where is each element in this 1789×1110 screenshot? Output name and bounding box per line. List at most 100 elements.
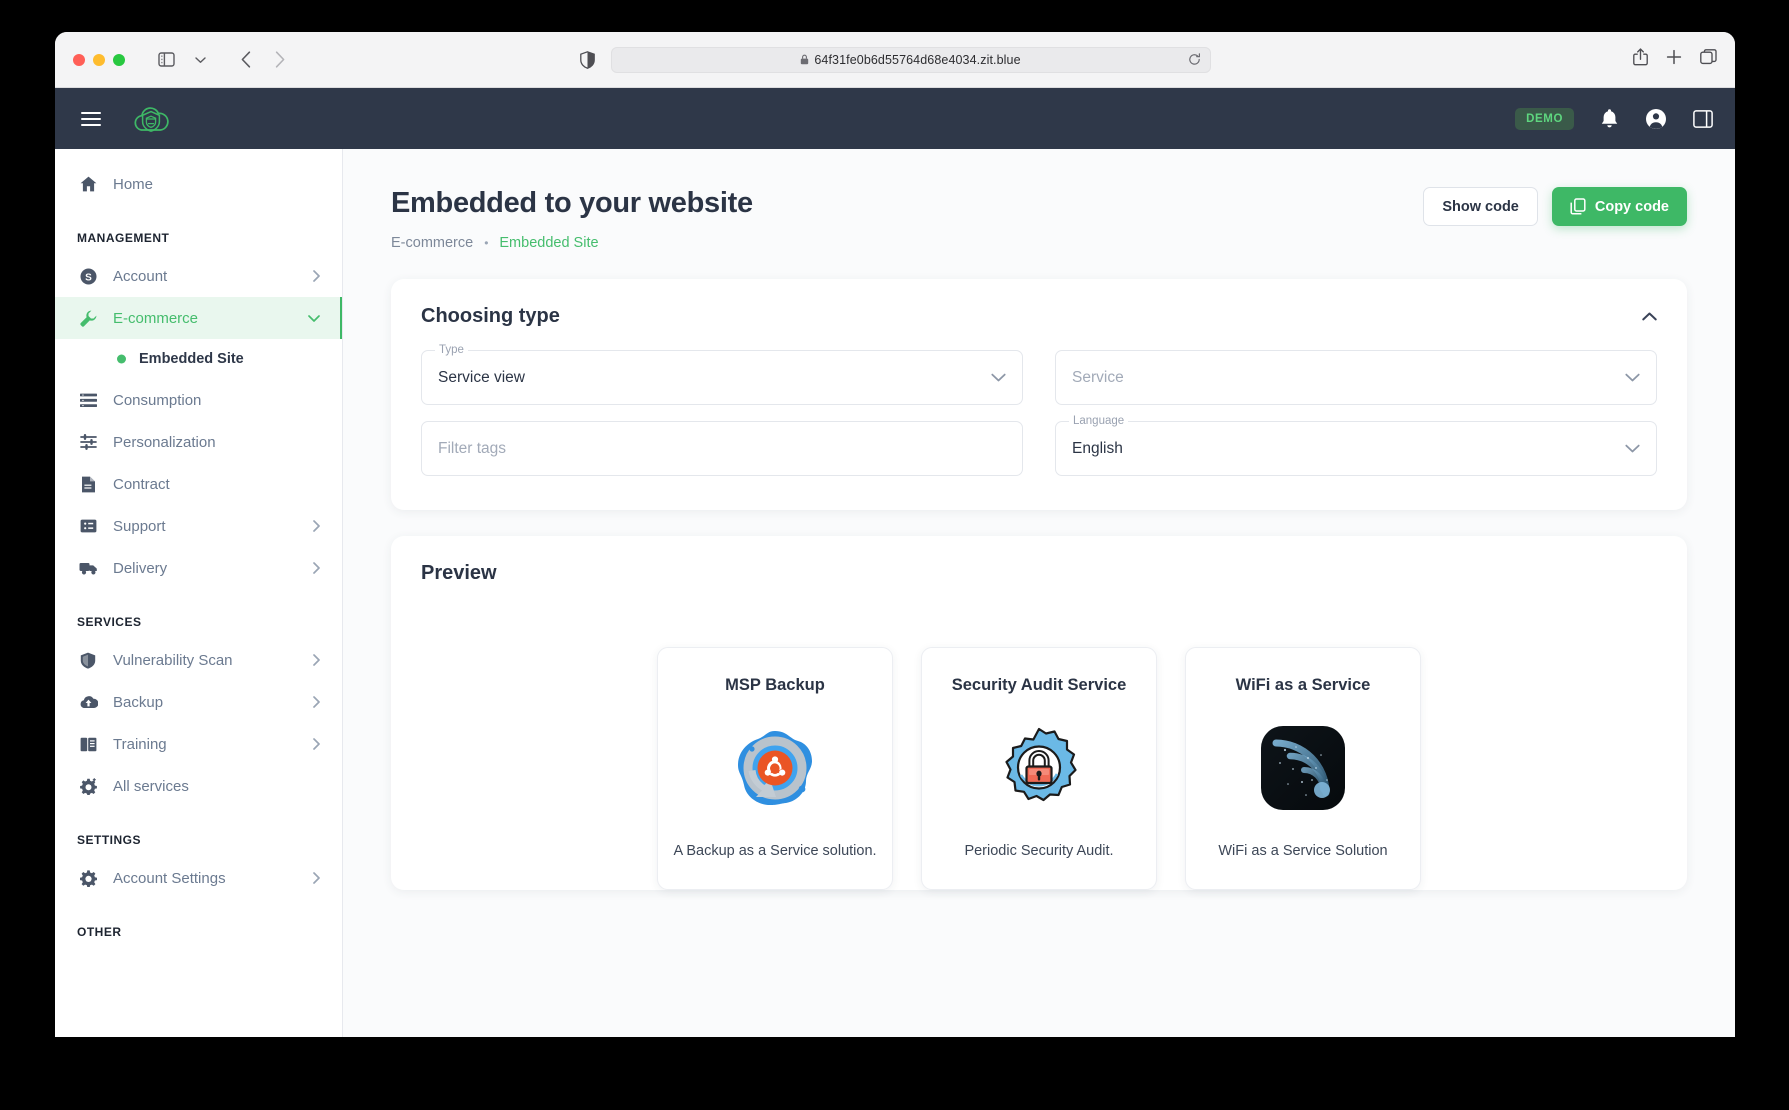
chevron-right-icon — [313, 520, 320, 532]
ticket-icon — [77, 519, 99, 533]
cloud-shield-logo[interactable] — [131, 102, 171, 136]
preview-title: Preview — [421, 562, 497, 584]
chevron-right-icon — [313, 562, 320, 574]
active-dot-icon — [117, 354, 126, 364]
sidebar-item-delivery[interactable]: Delivery — [55, 547, 342, 589]
sidebar-section-management: MANAGEMENT — [77, 231, 170, 245]
service-placeholder: Service — [1072, 368, 1124, 386]
app-header: DEMO — [55, 88, 1735, 149]
tile-description: A Backup as a Service solution. — [673, 843, 877, 859]
tab-overview-icon[interactable] — [1700, 49, 1717, 70]
sidebar-item-label: Account — [113, 267, 168, 285]
sidebar-item-all-services[interactable]: All services — [55, 765, 342, 807]
bell-icon[interactable] — [1600, 108, 1619, 129]
sidebar-item-label: E-commerce — [113, 309, 199, 327]
sidebar-item-vulnerability-scan[interactable]: Vulnerability Scan — [55, 639, 342, 681]
address-bar[interactable]: 64f31fe0b6d55764d68e4034.zit.blue — [610, 46, 1211, 73]
sidebar-item-label: Training — [113, 735, 167, 753]
preview-card: Preview MSP Backup A Backup as a Service… — [391, 536, 1687, 890]
demo-badge: DEMO — [1515, 107, 1574, 130]
type-select[interactable]: Type Service view — [421, 344, 1023, 405]
back-arrow-icon[interactable] — [231, 46, 261, 74]
breadcrumb-parent[interactable]: E-commerce — [391, 235, 473, 251]
tile-title: MSP Backup — [725, 676, 825, 694]
breadcrumb: E-commerce • Embedded Site — [391, 235, 753, 251]
sidebar-subitem-label: Embedded Site — [139, 351, 244, 367]
copy-code-label: Copy code — [1594, 198, 1669, 215]
account-circle-icon[interactable] — [1645, 108, 1667, 130]
copy-code-button[interactable]: Copy code — [1551, 187, 1687, 226]
chevron-down-icon[interactable] — [1625, 373, 1640, 382]
chevron-up-icon[interactable] — [1642, 312, 1657, 321]
sidebar-item-support[interactable]: Support — [55, 505, 342, 547]
sidebar: Home MANAGEMENT S Account E-commerce Emb… — [55, 149, 343, 1037]
share-icon[interactable] — [1633, 48, 1648, 71]
lock-icon — [801, 54, 809, 65]
service-select[interactable]: Service — [1055, 350, 1657, 405]
chevron-right-icon — [313, 696, 320, 708]
type-label: Type — [435, 344, 468, 356]
sidebar-dropdown-icon[interactable] — [185, 46, 215, 74]
choosing-type-title: Choosing type — [421, 305, 560, 327]
svg-text:S: S — [85, 272, 92, 283]
sidebar-item-training[interactable]: Training — [55, 723, 342, 765]
sidebar-item-label: Delivery — [113, 559, 168, 577]
sidebar-item-contract[interactable]: Contract — [55, 463, 342, 505]
tile-description: WiFi as a Service Solution — [1218, 843, 1388, 859]
chevron-down-icon[interactable] — [991, 373, 1006, 382]
hamburger-menu-icon[interactable] — [81, 111, 101, 126]
right-panel-icon[interactable] — [1693, 109, 1713, 128]
language-select[interactable]: Language English — [1055, 415, 1657, 476]
copy-icon — [1570, 198, 1586, 215]
sidebar-item-backup[interactable]: Backup — [55, 681, 342, 723]
show-code-button[interactable]: Show code — [1423, 187, 1538, 226]
sidebar-item-account[interactable]: S Account — [55, 255, 342, 297]
sidebar-item-label: Home — [113, 175, 154, 193]
chevron-right-icon — [313, 872, 320, 884]
chevron-down-icon — [308, 314, 320, 322]
sidebar-item-label: All services — [113, 777, 189, 795]
breadcrumb-current[interactable]: Embedded Site — [499, 235, 598, 251]
plus-icon[interactable] — [1666, 49, 1682, 70]
close-window-button[interactable] — [73, 53, 85, 66]
tile-description: Periodic Security Audit. — [964, 843, 1114, 859]
gear-icon — [77, 869, 99, 887]
service-tile[interactable]: WiFi as a Service WiFi as a Service Solu… — [1185, 647, 1421, 890]
breadcrumb-separator: • — [484, 236, 489, 250]
window-traffic-lights[interactable] — [73, 53, 125, 66]
maximize-window-button[interactable] — [113, 53, 125, 66]
sidebar-item-personalization[interactable]: Personalization — [55, 421, 342, 463]
shield-icon — [77, 652, 99, 669]
backup-circular-arrows-icon — [672, 725, 878, 811]
filter-tags-input[interactable]: Filter tags — [421, 421, 1023, 476]
reload-icon[interactable] — [1188, 53, 1201, 66]
sidebar-section-other: OTHER — [77, 925, 122, 939]
url-value: 64f31fe0b6d55764d68e4034.zit.blue — [814, 52, 1021, 67]
page-title: Embedded to your website — [391, 187, 753, 219]
filter-tags-placeholder: Filter tags — [438, 439, 507, 457]
home-icon — [77, 176, 99, 192]
sidebar-item-e-commerce[interactable]: E-commerce — [55, 297, 342, 339]
wrench-icon — [77, 310, 99, 327]
shield-icon[interactable] — [579, 50, 595, 69]
language-value: English — [1072, 439, 1123, 457]
sidebar-item-account-settings[interactable]: Account Settings — [55, 857, 342, 899]
minimize-window-button[interactable] — [93, 53, 105, 66]
tile-title: Security Audit Service — [951, 676, 1127, 694]
sidebar-item-label: Support — [113, 517, 166, 535]
forward-arrow-icon[interactable] — [265, 46, 295, 74]
chevron-down-icon[interactable] — [1625, 444, 1640, 453]
sidebar-item-home[interactable]: Home — [55, 163, 342, 205]
sliders-icon — [77, 434, 99, 450]
sidebar-section-settings: SETTINGS — [77, 833, 142, 847]
sidebar-item-consumption[interactable]: Consumption — [55, 379, 342, 421]
dollar-circle-icon: S — [77, 268, 99, 285]
service-tile[interactable]: MSP Backup A Backup as a Service solutio… — [657, 647, 893, 890]
list-icon — [77, 393, 99, 408]
gear-plus-icon — [77, 777, 99, 795]
sidebar-item-embedded-site[interactable]: Embedded Site — [55, 339, 342, 379]
sidebar-toggle-icon[interactable] — [151, 46, 181, 74]
wifi-signal-icon — [1200, 725, 1406, 811]
browser-toolbar: 64f31fe0b6d55764d68e4034.zit.blue — [55, 32, 1735, 88]
service-tile[interactable]: Security Audit Service Periodic Security… — [921, 647, 1157, 890]
